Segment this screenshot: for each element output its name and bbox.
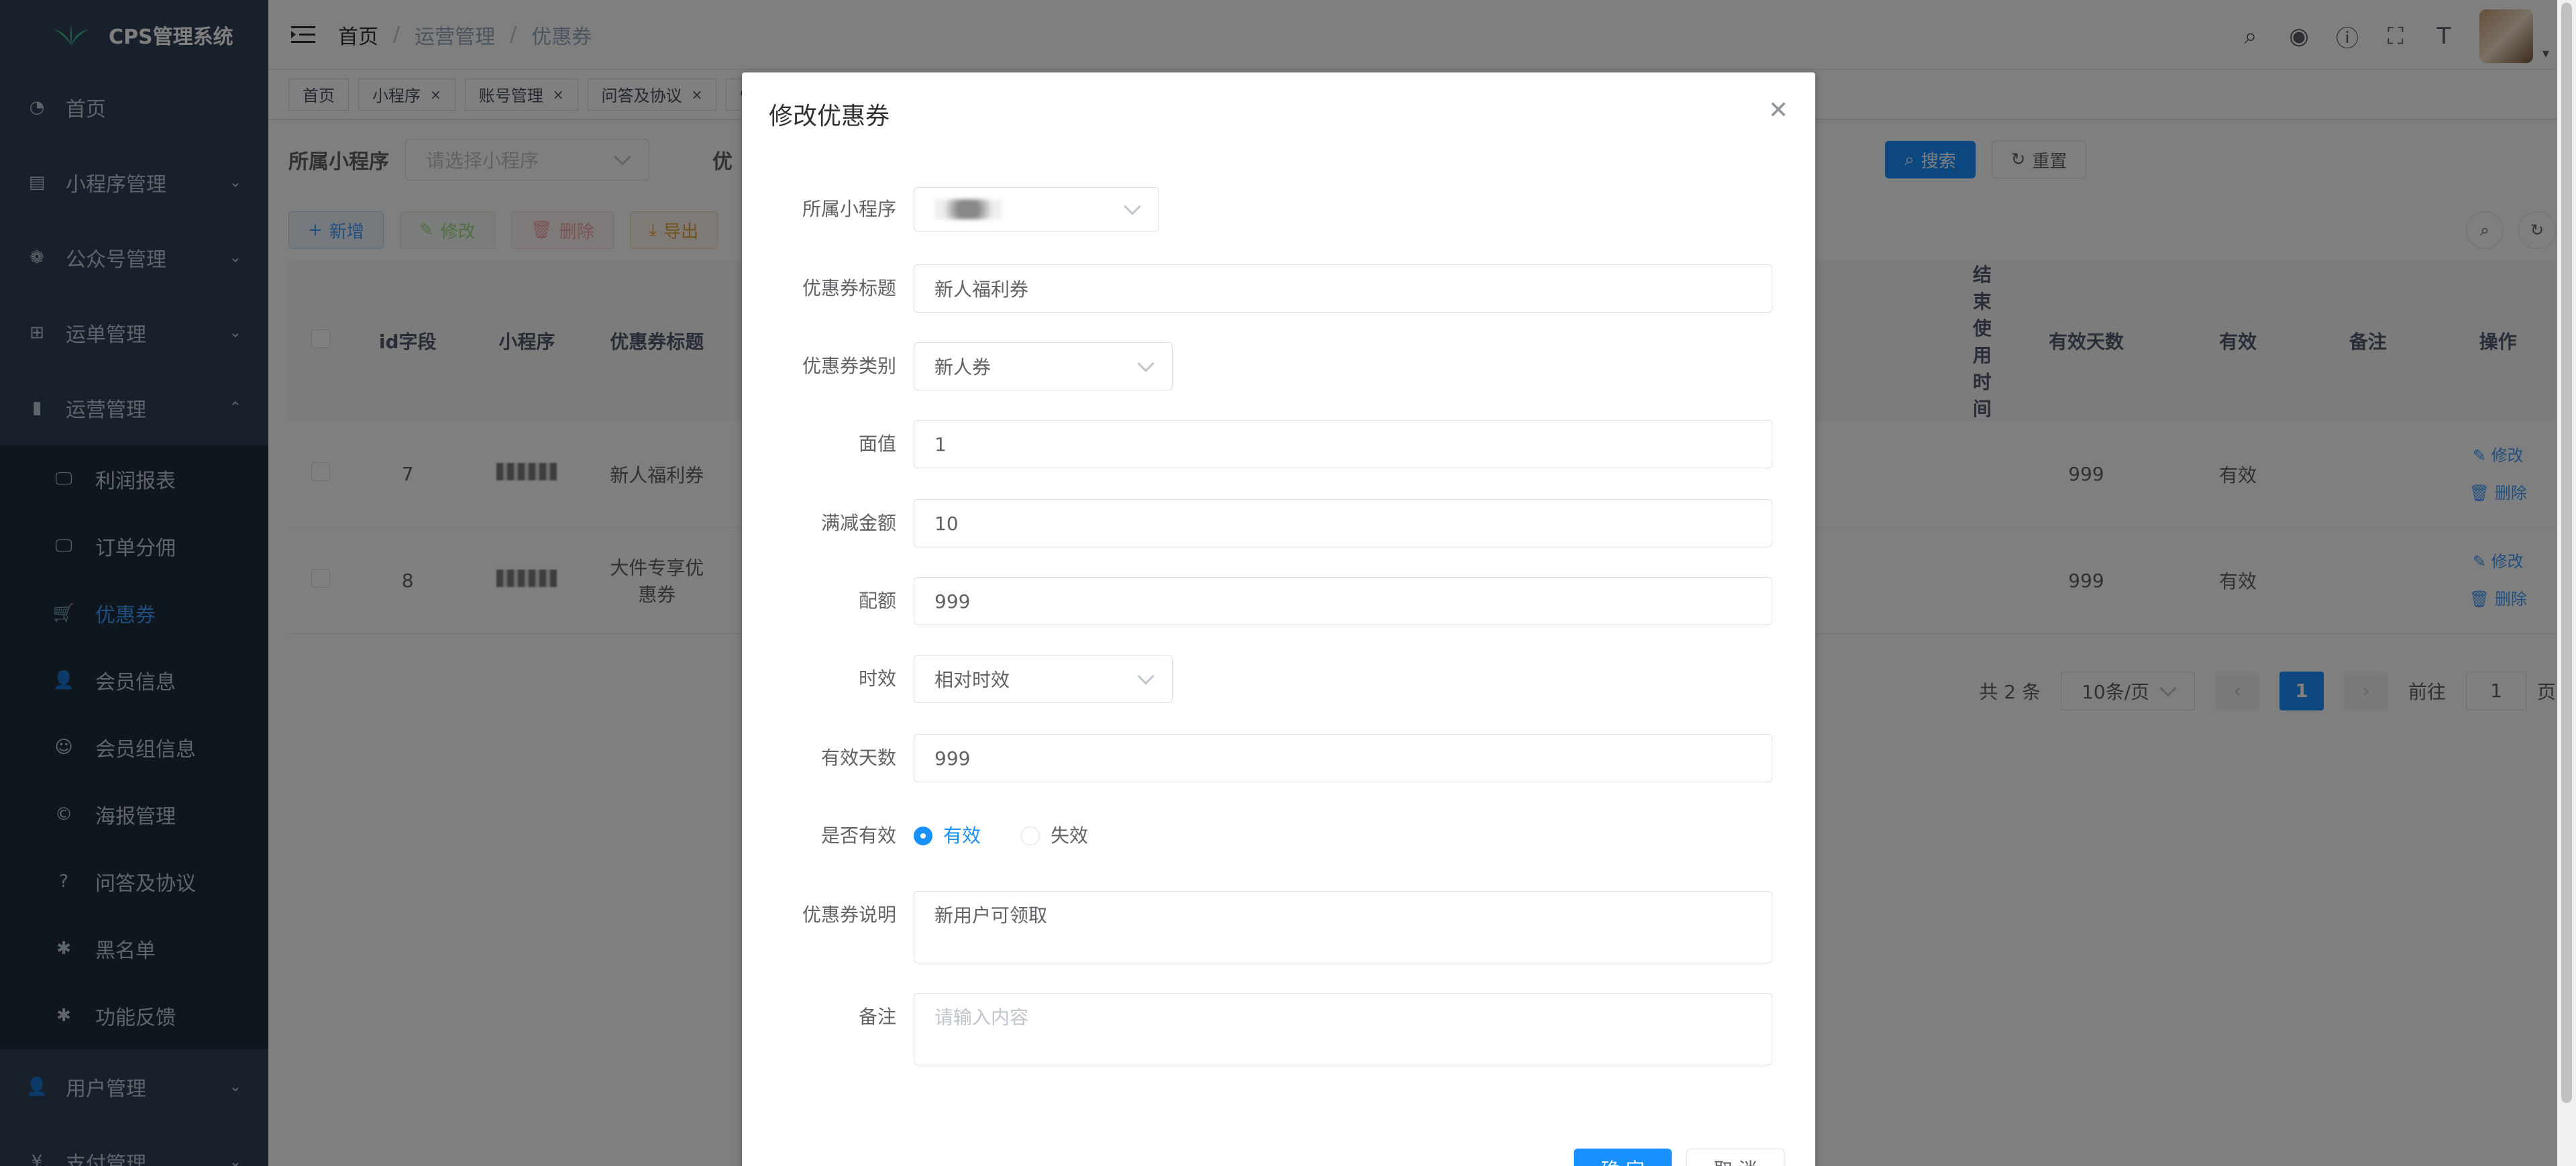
page-scrollbar[interactable]	[2557, 0, 2576, 1166]
form-row-type: 优惠券类别 新人券	[742, 342, 1815, 390]
chevron-down-icon	[1124, 198, 1141, 215]
chevron-down-icon	[1137, 668, 1155, 685]
app-root: CPS管理系统 ◔ 首页 ▤ 小程序管理 ⌄ ❁ 公众号管理 ⌄ ⊞ 运单管理 …	[0, 0, 2576, 1166]
miniapp-select[interactable]	[914, 187, 1159, 231]
form-row-miniapp: 所属小程序	[742, 185, 1815, 233]
remark-label: 备注	[858, 1006, 896, 1028]
form-row-title: 优惠券标题 新人福利券	[742, 264, 1815, 313]
desc-label: 优惠券说明	[802, 904, 896, 926]
validity-label: 时效	[858, 668, 896, 690]
chevron-down-icon	[1137, 355, 1155, 372]
form-row-remark: 备注 请输入内容	[742, 993, 1815, 1065]
title-label: 优惠券标题	[802, 277, 896, 299]
form-row-validity: 时效 相对时效	[742, 655, 1815, 703]
miniapp-label: 所属小程序	[802, 198, 896, 220]
quota-input[interactable]: 999	[914, 577, 1772, 625]
form-row-face: 面值 1	[742, 420, 1815, 468]
form-row-threshold: 满减金额 10	[742, 499, 1815, 547]
threshold-input[interactable]: 10	[914, 499, 1772, 547]
face-label: 面值	[858, 433, 896, 455]
confirm-button[interactable]: 确 定	[1574, 1149, 1672, 1166]
radio-dot	[1021, 827, 1040, 845]
radio-inactive-label: 失效	[1051, 825, 1089, 847]
type-select[interactable]: 新人券	[914, 342, 1173, 390]
close-icon[interactable]: ✕	[1768, 97, 1788, 124]
form-row-quota: 配额 999	[742, 577, 1815, 625]
radio-inactive[interactable]: 失效	[1021, 812, 1088, 860]
desc-textarea[interactable]: 新用户可领取	[914, 891, 1772, 963]
form-row-active: 是否有效 有效 失效	[742, 812, 1815, 860]
validity-value: 相对时效	[934, 669, 1010, 691]
days-input[interactable]: 999	[914, 734, 1772, 782]
validity-select[interactable]: 相对时效	[914, 655, 1173, 703]
face-input[interactable]: 1	[914, 420, 1772, 468]
type-value: 新人券	[934, 356, 991, 378]
form-row-days: 有效天数 999	[742, 734, 1815, 782]
form-row-desc: 优惠券说明 新用户可领取	[742, 891, 1815, 963]
threshold-label: 满减金额	[820, 512, 896, 534]
scrollbar-thumb[interactable]	[2561, 3, 2572, 1103]
radio-dot	[914, 827, 932, 845]
title-input[interactable]: 新人福利券	[914, 264, 1772, 313]
active-label: 是否有效	[820, 825, 896, 847]
blurred-miniapp-value	[934, 199, 1002, 219]
radio-active[interactable]: 有效	[914, 812, 981, 860]
dialog-title: 修改优惠券	[769, 103, 890, 130]
type-label: 优惠券类别	[802, 355, 896, 377]
dialog-footer: 确 定 取 消	[1574, 1149, 1784, 1166]
days-label: 有效天数	[820, 747, 896, 769]
radio-active-label: 有效	[943, 825, 981, 847]
remark-textarea[interactable]: 请输入内容	[914, 993, 1772, 1065]
dialog-header: 修改优惠券 ✕	[742, 72, 1815, 156]
edit-coupon-dialog: 修改优惠券 ✕ 所属小程序 优惠券标题 新人福利券 优惠券类别 新人券 面值 1	[742, 72, 1815, 1166]
cancel-button[interactable]: 取 消	[1686, 1149, 1784, 1166]
quota-label: 配额	[858, 590, 896, 612]
